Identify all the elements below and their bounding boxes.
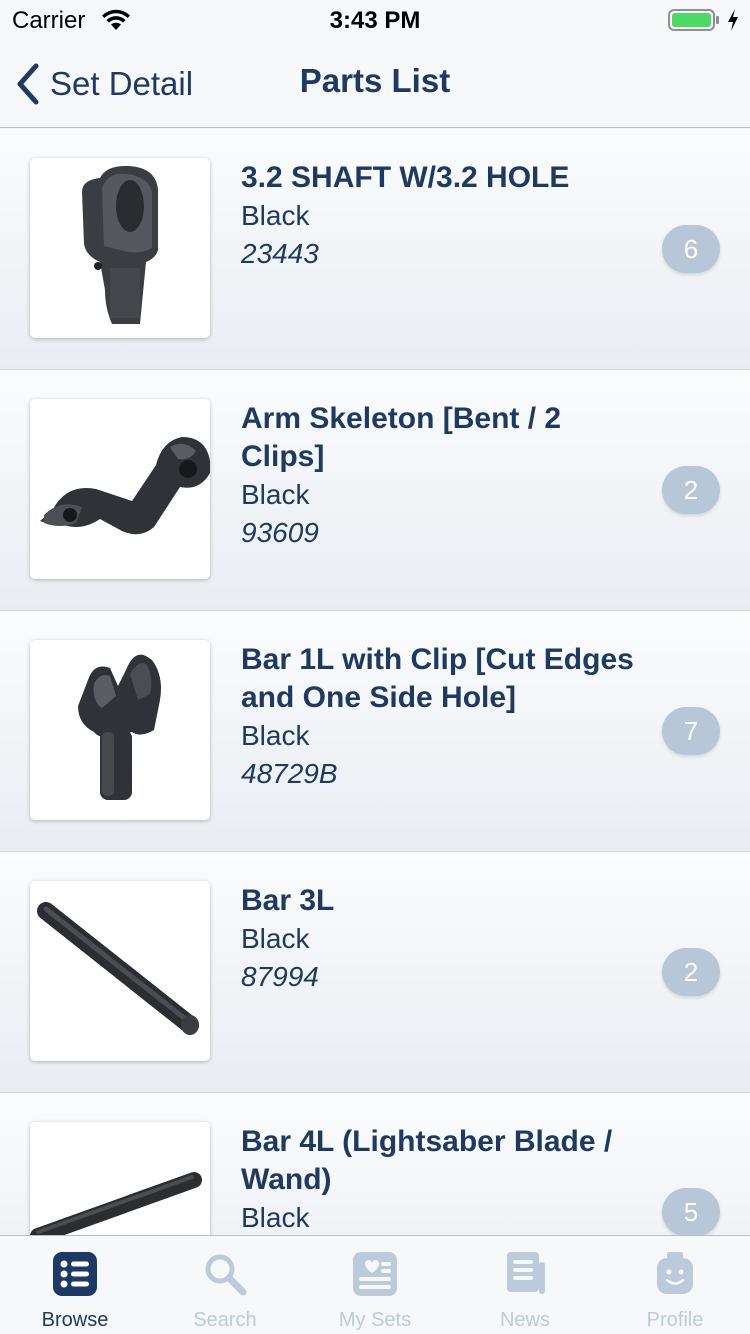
part-number: 87994: [241, 961, 319, 992]
tab-bar: Browse Search My Sets News Profile: [0, 1235, 750, 1334]
quantity-badge: 2: [662, 466, 720, 514]
part-row[interactable]: Bar 1L with Clip [Cut Edges and One Side…: [0, 611, 750, 852]
profile-minifig-icon: [657, 1252, 693, 1294]
tab-profile[interactable]: Profile: [600, 1236, 750, 1334]
tab-news[interactable]: News: [450, 1236, 600, 1334]
tab-label: Profile: [646, 1309, 704, 1331]
charging-bolt-icon: [728, 9, 738, 31]
quantity-badge: 6: [662, 225, 720, 273]
part-row[interactable]: 3.2 SHAFT W/3.2 HOLE Black 23443 6: [0, 129, 750, 370]
part-color: Black: [241, 1202, 310, 1233]
part-image: [30, 399, 210, 579]
arm-skeleton-part-icon: [40, 437, 210, 535]
news-icon: [507, 1252, 545, 1294]
part-row[interactable]: Bar 3L Black 87994 2: [0, 852, 750, 1093]
browse-list-icon: [53, 1252, 97, 1296]
part-info: Bar 4L (Lightsaber Blade / Wand) Black: [241, 1123, 641, 1235]
status-bar: Carrier 3:43 PM: [0, 0, 750, 40]
part-color: Black: [241, 923, 310, 954]
navigation-bar: Set Detail Parts List: [0, 40, 750, 128]
tab-label: Browse: [41, 1309, 109, 1331]
parts-list[interactable]: 3.2 SHAFT W/3.2 HOLE Black 23443 6 Arm S…: [0, 129, 750, 1235]
part-color: Black: [241, 479, 310, 510]
part-info: 3.2 SHAFT W/3.2 HOLE Black 23443: [241, 159, 641, 273]
part-info: Bar 3L Black 87994: [241, 882, 641, 996]
quantity-badge: 2: [662, 948, 720, 996]
part-info: Bar 1L with Clip [Cut Edges and One Side…: [241, 641, 641, 793]
tab-label: Search: [193, 1309, 257, 1331]
tab-label: My Sets: [338, 1309, 412, 1331]
part-color: Black: [241, 720, 310, 751]
part-row[interactable]: Bar 4L (Lightsaber Blade / Wand) Black 5: [0, 1093, 750, 1235]
part-info: Arm Skeleton [Bent / 2 Clips] Black 9360…: [241, 400, 641, 552]
battery-icon: [668, 9, 719, 31]
part-number: 23443: [241, 238, 319, 269]
page-title: Parts List: [299, 62, 451, 99]
search-icon: [205, 1254, 247, 1296]
status-time: 3:43 PM: [329, 7, 421, 34]
part-number: 48729B: [241, 758, 338, 789]
quantity-badge: 5: [662, 1188, 720, 1235]
part-image: [30, 158, 210, 338]
part-row[interactable]: Arm Skeleton [Bent / 2 Clips] Black 9360…: [0, 370, 750, 611]
part-number: 93609: [241, 517, 319, 548]
tab-my-sets[interactable]: My Sets: [300, 1236, 450, 1334]
part-image: [30, 1122, 210, 1235]
bar-4l-part-icon: [30, 1172, 202, 1235]
tab-search[interactable]: Search: [150, 1236, 300, 1334]
tab-label: News: [499, 1309, 550, 1331]
tab-browse[interactable]: Browse: [0, 1236, 150, 1334]
part-color: Black: [241, 200, 310, 231]
part-name: Bar 3L: [241, 884, 335, 917]
part-name: Bar 4L (Lightsaber Blade / Wand): [241, 1125, 613, 1196]
part-image: [30, 640, 210, 820]
bar-3l-part-icon: [37, 902, 199, 1035]
part-name: 3.2 SHAFT W/3.2 HOLE: [241, 161, 570, 194]
part-image: [30, 881, 210, 1061]
shaft-with-hole-part-icon: [82, 166, 158, 324]
part-name: Arm Skeleton [Bent / 2 Clips]: [241, 402, 562, 473]
bar-with-clip-part-icon: [78, 654, 161, 800]
quantity-badge: 7: [662, 707, 720, 755]
my-sets-icon: [353, 1252, 397, 1296]
part-name: Bar 1L with Clip [Cut Edges and One Side…: [241, 643, 634, 714]
